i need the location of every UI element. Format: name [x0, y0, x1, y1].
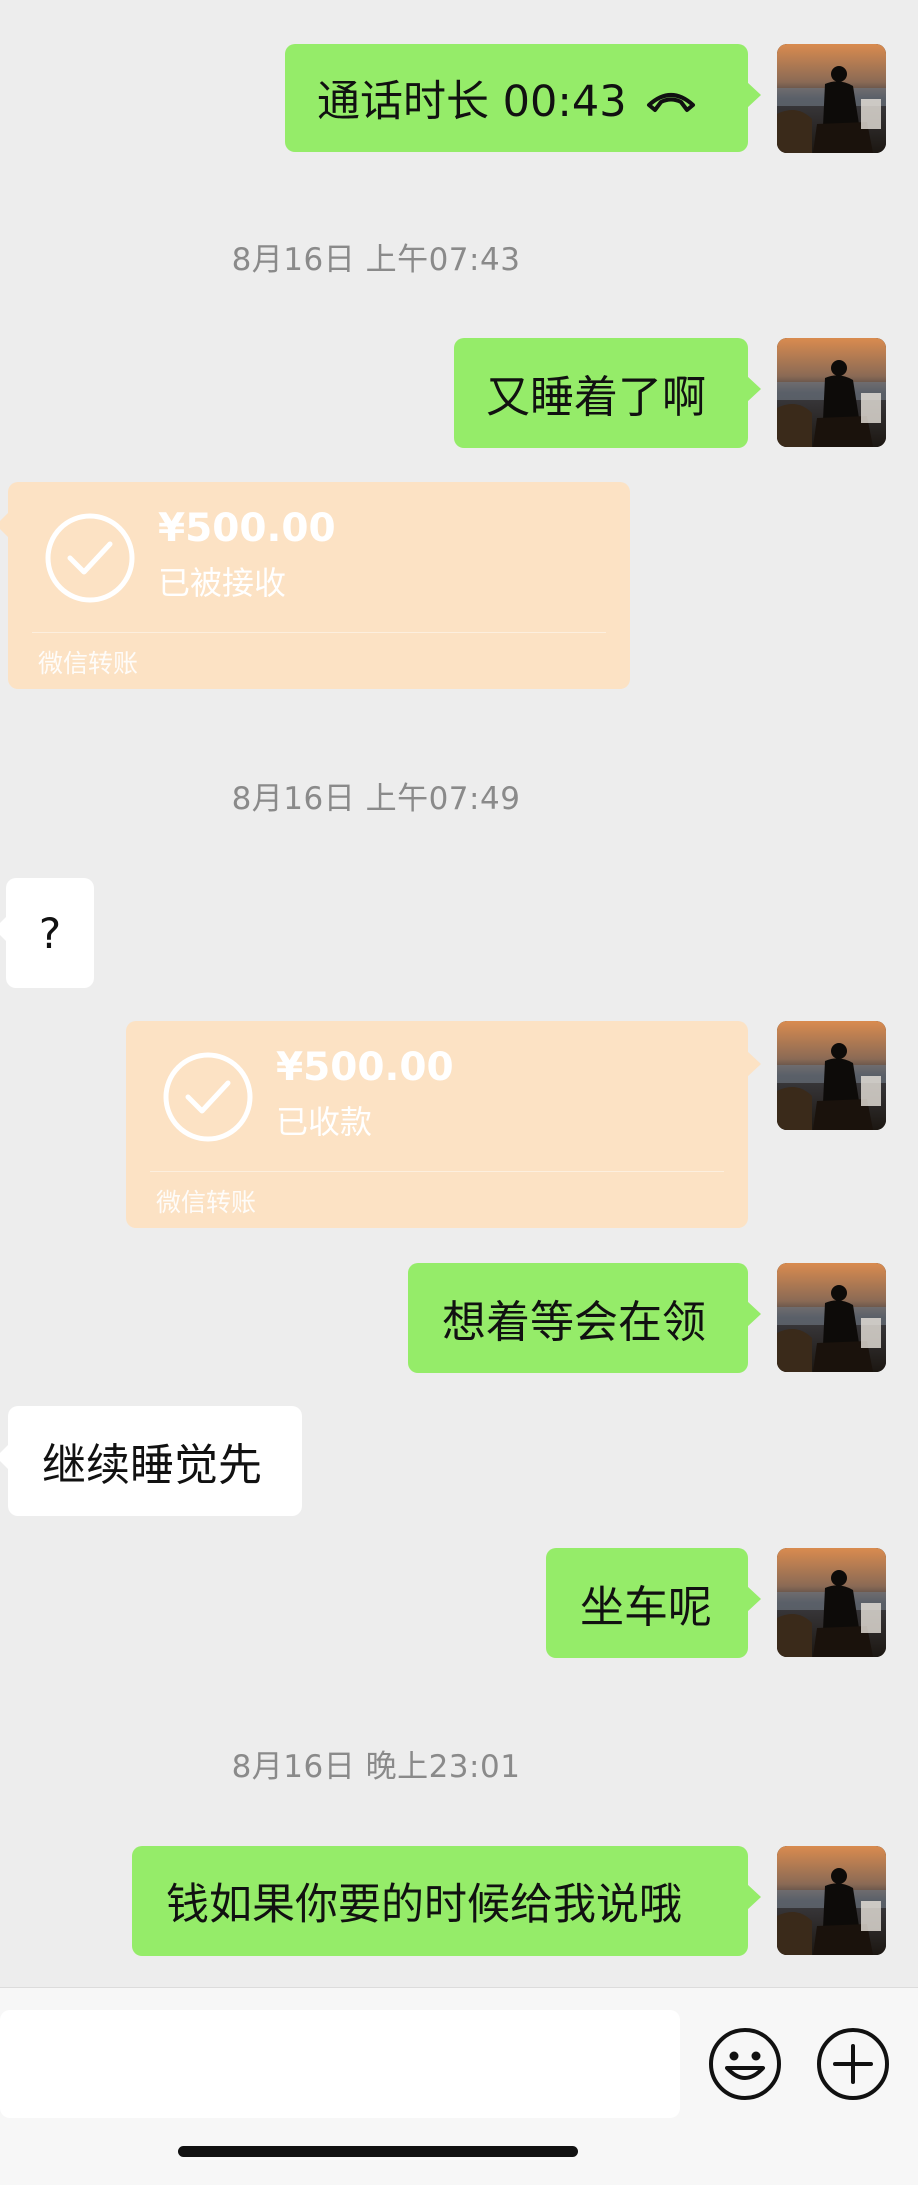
timestamp: 8月16日 晚上23:01 — [231, 1749, 521, 1785]
transfer-status: 已收款 — [276, 1103, 373, 1141]
avatar[interactable] — [777, 1846, 886, 1955]
message-text: ? — [38, 908, 62, 958]
message-text: 钱如果你要的时候给我说哦 — [166, 1880, 682, 1930]
message-bubble-sent[interactable]: 坐车呢 — [546, 1548, 761, 1658]
avatar[interactable] — [777, 1021, 886, 1130]
message-bubble-sent[interactable]: 钱如果你要的时候给我说哦 — [132, 1846, 761, 1956]
divider — [32, 632, 606, 633]
transfer-card-sent[interactable]: ¥500.00 已收款 微信转账 — [126, 1021, 761, 1228]
avatar[interactable] — [777, 338, 886, 447]
input-bar — [0, 1987, 918, 2185]
avatar[interactable] — [777, 44, 886, 153]
call-record-bubble[interactable]: 通话时长 00:43 — [285, 44, 761, 152]
transfer-amount: ¥500.00 — [276, 1045, 454, 1090]
home-indicator — [178, 2146, 578, 2157]
timestamp: 8月16日 上午07:43 — [231, 242, 521, 278]
plus-icon[interactable] — [815, 2026, 891, 2102]
message-bubble-sent[interactable]: 想着等会在领 — [408, 1263, 761, 1373]
transfer-status: 已被接收 — [158, 564, 287, 602]
transfer-footer-label: 微信转账 — [156, 1188, 257, 1217]
message-bubble-received[interactable]: 继续睡觉先 — [0, 1406, 302, 1516]
emoji-icon[interactable] — [707, 2026, 783, 2102]
avatar[interactable] — [777, 1263, 886, 1372]
timestamp: 8月16日 上午07:49 — [231, 781, 521, 817]
transfer-footer-label: 微信转账 — [38, 649, 139, 678]
message-text: 又睡着了啊 — [486, 372, 706, 423]
message-text: 继续睡觉先 — [42, 1440, 262, 1491]
transfer-card-received[interactable]: ¥500.00 已被接收 微信转账 — [0, 482, 630, 689]
check-circle-icon — [44, 512, 136, 604]
divider — [150, 1171, 724, 1172]
check-circle-icon — [162, 1051, 254, 1143]
transfer-amount: ¥500.00 — [158, 506, 336, 551]
call-duration-text: 通话时长 00:43 — [317, 77, 627, 127]
phone-hangup-icon — [645, 73, 697, 124]
message-text: 想着等会在领 — [442, 1297, 706, 1348]
message-bubble-sent[interactable]: 又睡着了啊 — [454, 338, 761, 448]
avatar[interactable] — [777, 1548, 886, 1657]
message-input[interactable] — [0, 2010, 680, 2118]
message-bubble-received[interactable]: ? — [0, 878, 94, 988]
message-text: 坐车呢 — [580, 1582, 712, 1633]
